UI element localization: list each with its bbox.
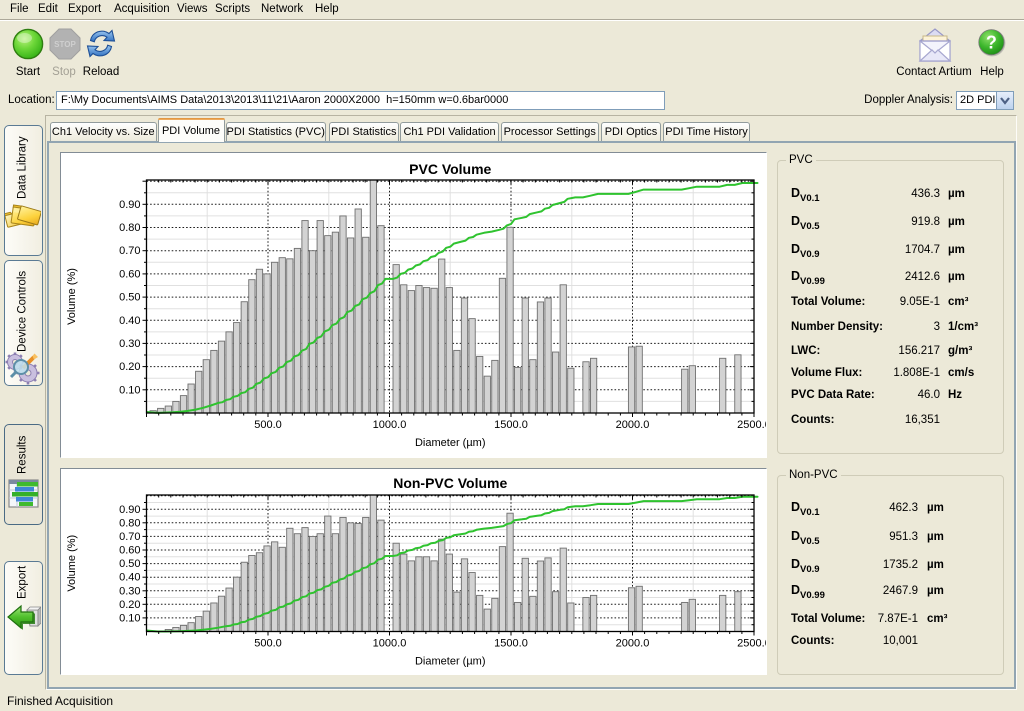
svg-text:2500.0: 2500.0 — [737, 638, 766, 650]
svg-text:STOP: STOP — [54, 40, 76, 49]
svg-text:0.70: 0.70 — [119, 245, 140, 257]
svg-text:1000.0: 1000.0 — [373, 638, 407, 650]
svg-text:2500.0: 2500.0 — [737, 419, 766, 431]
svg-text:0.10: 0.10 — [119, 612, 140, 624]
svg-text:500.0: 500.0 — [254, 419, 282, 431]
svg-text:0.50: 0.50 — [119, 292, 140, 304]
svg-text:0.30: 0.30 — [119, 338, 140, 350]
svg-text:Volume (%): Volume (%) — [66, 268, 78, 325]
svg-text:1500.0: 1500.0 — [494, 638, 528, 650]
svg-text:2000.0: 2000.0 — [616, 638, 650, 650]
svg-text:0.50: 0.50 — [119, 558, 140, 570]
svg-text:0.10: 0.10 — [119, 384, 140, 396]
svg-text:0.90: 0.90 — [119, 504, 140, 516]
svg-text:0.30: 0.30 — [119, 585, 140, 597]
svg-text:0.80: 0.80 — [119, 517, 140, 529]
svg-text:Diameter (µm): Diameter (µm) — [415, 437, 486, 449]
svg-text:0.40: 0.40 — [119, 315, 140, 327]
svg-text:Non-PVC Volume: Non-PVC Volume — [393, 475, 507, 491]
svg-text:0.60: 0.60 — [119, 268, 140, 280]
svg-text:0.90: 0.90 — [119, 199, 140, 211]
svg-text:0.20: 0.20 — [119, 361, 140, 373]
svg-text:0.20: 0.20 — [119, 599, 140, 611]
svg-text:0.40: 0.40 — [119, 572, 140, 584]
svg-text:0.80: 0.80 — [119, 222, 140, 234]
svg-text:1500.0: 1500.0 — [494, 419, 528, 431]
svg-text:0.60: 0.60 — [119, 545, 140, 557]
svg-text:0.70: 0.70 — [119, 531, 140, 543]
svg-text:PVC Volume: PVC Volume — [409, 161, 491, 177]
svg-text:Volume (%): Volume (%) — [66, 535, 78, 592]
svg-text:Diameter (µm): Diameter (µm) — [415, 656, 486, 668]
svg-text:?: ? — [986, 33, 997, 53]
svg-text:1000.0: 1000.0 — [373, 419, 407, 431]
svg-text:500.0: 500.0 — [254, 638, 282, 650]
svg-text:2000.0: 2000.0 — [616, 419, 650, 431]
